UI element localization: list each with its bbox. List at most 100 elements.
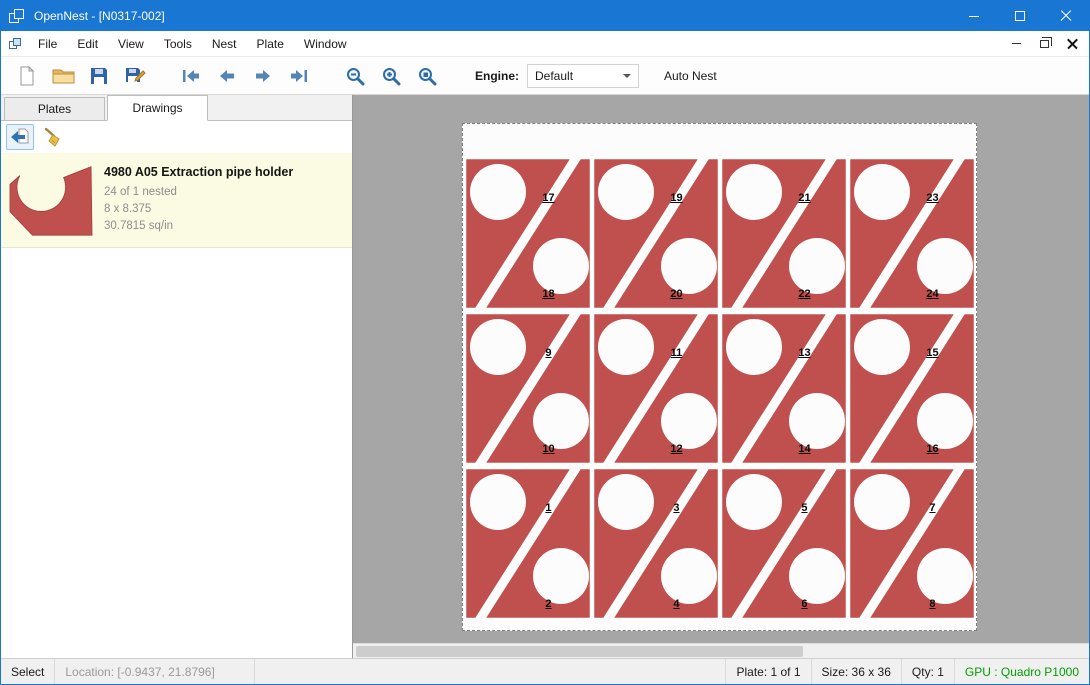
part-pair-shapes — [848, 156, 976, 311]
go-first-button[interactable] — [173, 60, 209, 92]
part-pair-shapes — [848, 311, 976, 466]
new-button[interactable] — [9, 60, 45, 92]
zoom-fit-button[interactable] — [409, 60, 445, 92]
zoom-toolbar-group — [337, 60, 445, 92]
replace-drawing-icon — [10, 127, 30, 147]
part-pair-shapes — [592, 311, 720, 466]
part-pair-shapes — [720, 311, 848, 466]
nested-part-pair[interactable]: 17 18 — [464, 156, 592, 311]
engine-label: Engine: — [475, 69, 519, 83]
part-number: 7 — [929, 502, 935, 514]
chevron-down-icon — [623, 74, 631, 78]
part-number: 21 — [798, 192, 810, 204]
status-gpu: GPU : Quadro P1000 — [954, 659, 1089, 684]
menu-edit[interactable]: Edit — [67, 31, 108, 56]
nested-part-pair[interactable]: 5 6 — [720, 466, 848, 621]
menu-window[interactable]: Window — [294, 31, 357, 56]
close-button[interactable] — [1043, 1, 1089, 31]
part-pair-shapes — [592, 466, 720, 621]
new-document-icon — [17, 65, 37, 87]
mdi-close-button[interactable] — [1060, 34, 1084, 54]
part-number: 10 — [542, 443, 554, 455]
go-last-icon — [289, 69, 309, 83]
horizontal-scrollbar[interactable] — [353, 643, 1074, 658]
part-number: 9 — [545, 347, 551, 359]
part-number: 20 — [670, 288, 682, 300]
part-pair-shapes — [720, 466, 848, 621]
left-panel: Plates Drawings — [1, 95, 353, 658]
tab-drawings[interactable]: Drawings — [107, 95, 208, 121]
status-mode: Select — [1, 659, 55, 684]
engine-select[interactable]: Default — [527, 64, 639, 88]
part-number: 3 — [673, 502, 679, 514]
drawing-area: 30.7815 sq/in — [104, 218, 293, 235]
minimize-icon — [969, 16, 979, 17]
part-pair-shapes — [464, 311, 592, 466]
nested-part-pair[interactable]: 15 16 — [848, 311, 976, 466]
status-bar: Select Location: [-0.9437, 21.8796] Plat… — [1, 658, 1089, 684]
menu-file[interactable]: File — [28, 31, 67, 56]
part-number: 24 — [926, 288, 938, 300]
title-bar: OpenNest - [N0317-002] — [1, 1, 1089, 31]
part-number: 5 — [801, 502, 807, 514]
open-button[interactable] — [45, 60, 81, 92]
menu-view[interactable]: View — [108, 31, 154, 56]
nested-part-pair[interactable]: 7 8 — [848, 466, 976, 621]
part-number: 12 — [670, 443, 682, 455]
nest-row: 9 10 11 12 13 14 15 16 — [464, 311, 976, 466]
scrollbar-thumb[interactable] — [356, 646, 803, 657]
mdi-restore-button[interactable] — [1032, 34, 1056, 54]
close-icon — [1060, 10, 1072, 22]
go-last-button[interactable] — [281, 60, 317, 92]
nest-canvas[interactable]: 17 18 19 20 21 22 23 24 — [353, 95, 1089, 658]
part-number: 14 — [798, 443, 810, 455]
nested-part-pair[interactable]: 23 24 — [848, 156, 976, 311]
save-button[interactable] — [81, 60, 117, 92]
nested-part-pair[interactable]: 9 10 — [464, 311, 592, 466]
go-first-icon — [181, 69, 201, 83]
part-number: 2 — [545, 598, 551, 610]
part-number: 18 — [542, 288, 554, 300]
part-pair-shapes — [464, 466, 592, 621]
part-number: 19 — [670, 192, 682, 204]
part-pair-shapes — [464, 156, 592, 311]
zoom-in-button[interactable] — [373, 60, 409, 92]
nested-part-pair[interactable]: 3 4 — [592, 466, 720, 621]
mdi-close-icon — [1067, 38, 1078, 49]
nested-part-pair[interactable]: 11 12 — [592, 311, 720, 466]
nested-part-pair[interactable]: 13 14 — [720, 311, 848, 466]
plate: 17 18 19 20 21 22 23 24 — [462, 123, 977, 631]
nested-part-pair[interactable]: 21 22 — [720, 156, 848, 311]
clean-nest-button[interactable] — [39, 124, 67, 150]
go-previous-button[interactable] — [209, 60, 245, 92]
drawing-title: 4980 A05 Extraction pipe holder — [104, 165, 293, 179]
maximize-button[interactable] — [997, 1, 1043, 31]
mdi-minimize-button[interactable] — [1004, 34, 1028, 54]
navigation-toolbar-group — [173, 60, 317, 92]
nested-part-pair[interactable]: 19 20 — [592, 156, 720, 311]
replace-drawing-button[interactable] — [6, 124, 34, 150]
menu-nest[interactable]: Nest — [202, 31, 247, 56]
zoom-out-button[interactable] — [337, 60, 373, 92]
go-next-button[interactable] — [245, 60, 281, 92]
part-number: 11 — [671, 347, 683, 359]
main-toolbar: Engine: Default Auto Nest — [1, 57, 1089, 95]
auto-nest-button[interactable]: Auto Nest — [655, 64, 726, 88]
tab-plates[interactable]: Plates — [4, 97, 105, 120]
part-number: 8 — [929, 598, 935, 610]
drawing-nested-count: 24 of 1 nested — [104, 184, 293, 201]
drawing-thumbnail — [7, 160, 95, 240]
save-icon — [89, 66, 109, 86]
part-number: 22 — [798, 288, 810, 300]
nested-part-pair[interactable]: 1 2 — [464, 466, 592, 621]
window-title: OpenNest - [N0317-002] — [34, 9, 165, 23]
menu-plate[interactable]: Plate — [247, 31, 294, 56]
status-plate: Plate: 1 of 1 — [725, 659, 810, 684]
drawing-list-item[interactable]: 4980 A05 Extraction pipe holder 24 of 1 … — [1, 153, 352, 248]
mdi-minimize-icon — [1012, 43, 1021, 45]
part-shape-thumbnail — [7, 161, 95, 239]
minimize-button[interactable] — [951, 1, 997, 31]
menu-tools[interactable]: Tools — [154, 31, 202, 56]
save-as-button[interactable] — [117, 60, 153, 92]
open-folder-icon — [52, 67, 75, 85]
